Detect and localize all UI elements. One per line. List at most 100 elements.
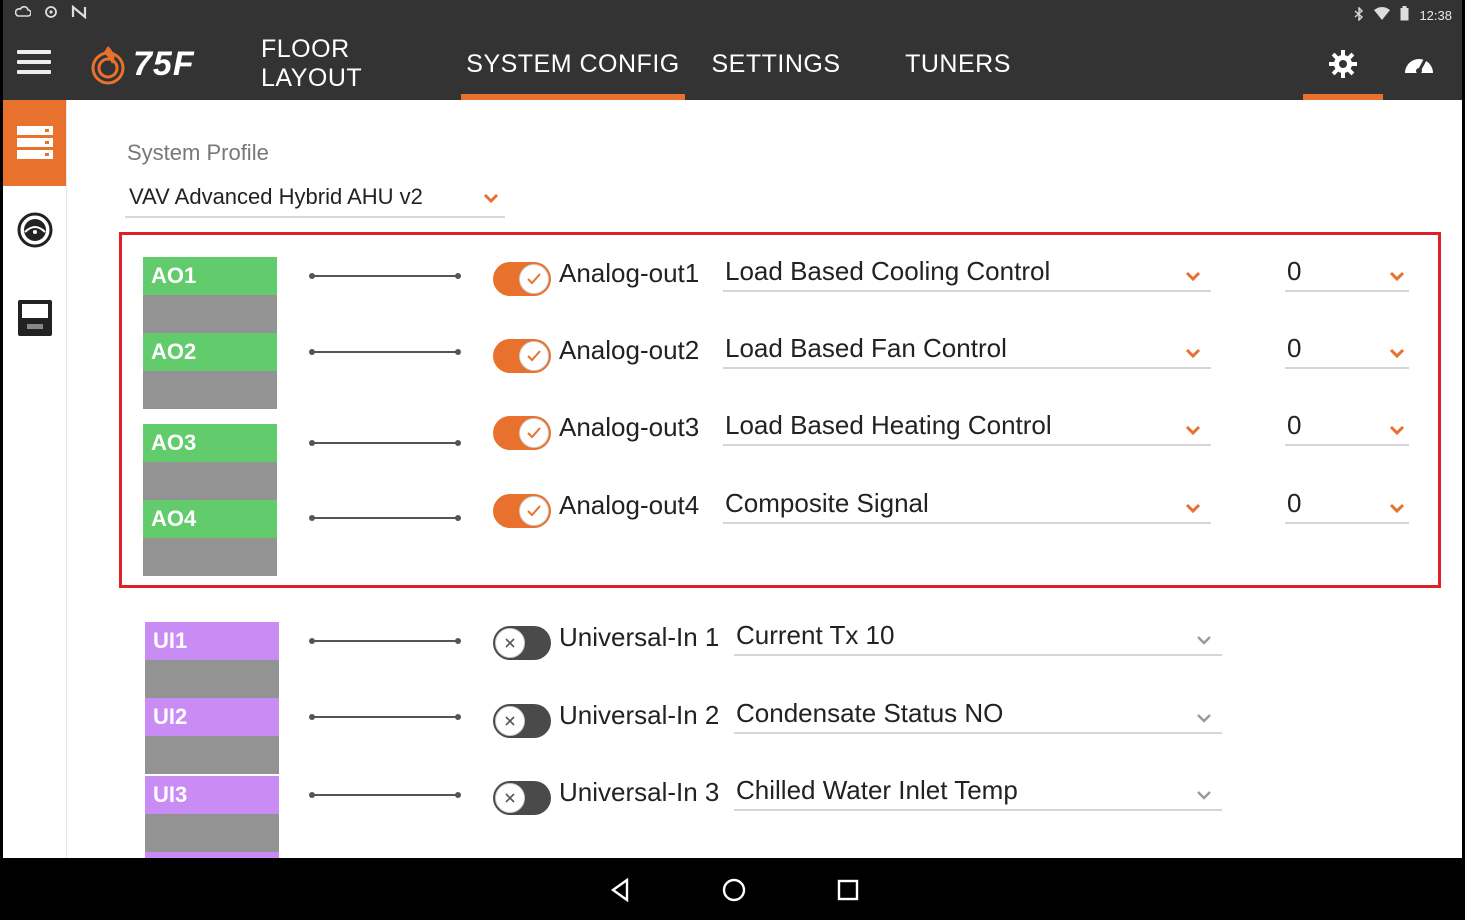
universal-in3-label: Universal-In 3	[559, 777, 720, 807]
universal-in2-mode-value: Condensate Status NO	[736, 698, 1004, 728]
android-navigation-bar	[0, 858, 1465, 920]
pin-blank	[143, 538, 277, 576]
analog-out3-value: 0	[1287, 410, 1302, 440]
status-bar: 12:38	[3, 0, 1462, 28]
tab-tuners[interactable]: TUNERS	[893, 28, 1023, 100]
tab-system-config[interactable]: SYSTEM CONFIG	[461, 28, 685, 100]
battery-icon	[1400, 6, 1409, 24]
gear-icon[interactable]	[1303, 28, 1383, 100]
universal-in1-toggle[interactable]	[493, 626, 551, 660]
75f-logo: 75F	[89, 40, 195, 88]
universal-in3-toggle[interactable]	[493, 781, 551, 815]
pin-blank	[145, 736, 279, 774]
close-icon	[495, 706, 525, 736]
system-profile-dropdown[interactable]: VAV Advanced Hybrid AHU v2	[125, 180, 505, 218]
pin-label-ui1: UI1	[145, 622, 279, 660]
universal-in3-mode-dropdown[interactable]: Chilled Water Inlet Temp	[734, 775, 1222, 811]
universal-in1-mode-dropdown[interactable]: Current Tx 10	[734, 620, 1222, 656]
pin-blank	[145, 814, 279, 852]
chevron-down-icon	[1389, 503, 1405, 514]
chevron-down-icon	[1389, 348, 1405, 359]
home-icon[interactable]	[716, 872, 752, 908]
sidebar-item-thermostat-module[interactable]	[3, 294, 66, 342]
close-icon	[495, 783, 525, 813]
system-profile-value: VAV Advanced Hybrid AHU v2	[129, 184, 423, 209]
tablet-screen: 12:38 75F FLOOR LAYOUT SYSTEM CONFIG SET…	[3, 0, 1462, 920]
chevron-down-icon	[483, 193, 499, 204]
nfc-icon	[71, 4, 87, 22]
analog-out2-value-dropdown[interactable]: 0	[1285, 333, 1409, 369]
connector-wire	[309, 515, 461, 521]
analog-out4-value-dropdown[interactable]: 0	[1285, 488, 1409, 524]
chevron-down-icon	[1185, 271, 1201, 282]
analog-out1-label: Analog-out1	[559, 258, 700, 288]
analog-out2-mode-value: Load Based Fan Control	[725, 333, 1007, 363]
analog-out3-toggle[interactable]	[493, 416, 551, 450]
pin-blank	[143, 371, 277, 409]
analog-out2-toggle[interactable]	[493, 339, 551, 373]
flame-logo-icon	[91, 46, 125, 85]
analog-out4-label: Analog-out4	[559, 490, 700, 520]
system-profile-label: System Profile	[127, 140, 269, 165]
sidebar-item-system-profile[interactable]	[3, 100, 66, 186]
connector-wire	[309, 440, 461, 446]
chevron-down-icon	[1197, 714, 1211, 723]
universal-in1-label: Universal-In 1	[559, 622, 720, 652]
check-icon	[519, 264, 549, 294]
chevron-down-icon	[1185, 348, 1201, 359]
universal-in1-mode-value: Current Tx 10	[736, 620, 895, 650]
pin-label-ao4: AO4	[143, 500, 277, 538]
pin-blank	[145, 660, 279, 698]
sync-icon	[43, 5, 59, 22]
connector-wire	[309, 714, 461, 720]
back-icon[interactable]	[602, 872, 638, 908]
analog-out3-label: Analog-out3	[559, 412, 700, 442]
left-sidebar	[3, 100, 67, 860]
recent-apps-icon[interactable]	[830, 872, 866, 908]
analog-out4-toggle[interactable]	[493, 494, 551, 528]
analog-out3-mode-dropdown[interactable]: Load Based Heating Control	[723, 410, 1211, 446]
analog-out4-mode-dropdown[interactable]: Composite Signal	[723, 488, 1211, 524]
analog-out1-toggle[interactable]	[493, 262, 551, 296]
tab-settings[interactable]: SETTINGS	[703, 28, 849, 100]
chevron-down-icon	[1389, 271, 1405, 282]
check-icon	[519, 418, 549, 448]
pin-blank	[143, 462, 277, 500]
pin-blank	[143, 295, 277, 333]
analog-out1-value-dropdown[interactable]: 0	[1285, 256, 1409, 292]
chevron-down-icon	[1185, 503, 1201, 514]
dashboard-gauge-icon[interactable]	[1399, 46, 1439, 82]
universal-in2-mode-dropdown[interactable]: Condensate Status NO	[734, 698, 1222, 734]
chevron-down-icon	[1197, 636, 1211, 645]
connector-wire	[309, 349, 461, 355]
system-profile-icon	[16, 126, 53, 159]
universal-in2-toggle[interactable]	[493, 704, 551, 738]
bluetooth-icon	[1354, 5, 1364, 24]
check-icon	[519, 341, 549, 371]
universal-in2-label: Universal-In 2	[559, 700, 720, 730]
universal-in3-mode-value: Chilled Water Inlet Temp	[736, 775, 1018, 805]
connector-wire	[309, 792, 461, 798]
thermostat-module-icon	[17, 300, 52, 336]
analog-out1-value: 0	[1287, 256, 1302, 286]
analog-out2-label: Analog-out2	[559, 335, 700, 365]
tab-floor-layout[interactable]: FLOOR LAYOUT	[261, 28, 453, 100]
connector-wire	[309, 638, 461, 644]
pin-label-ao2: AO2	[143, 333, 277, 371]
analog-out1-mode-dropdown[interactable]: Load Based Cooling Control	[723, 256, 1211, 292]
analog-out3-value-dropdown[interactable]: 0	[1285, 410, 1409, 446]
logo-text: 75F	[133, 44, 195, 83]
check-icon	[519, 496, 549, 526]
close-icon	[495, 628, 525, 658]
sidebar-item-fan-dial[interactable]	[3, 206, 66, 254]
cloud-icon	[14, 5, 32, 22]
analog-out4-mode-value: Composite Signal	[725, 488, 929, 518]
pin-label-ui2: UI2	[145, 698, 279, 736]
app-bar: 75F FLOOR LAYOUT SYSTEM CONFIG SETTINGS …	[3, 28, 1462, 100]
fan-dial-icon	[17, 212, 52, 248]
analog-out1-mode-value: Load Based Cooling Control	[725, 256, 1051, 286]
hamburger-menu-icon[interactable]	[17, 50, 51, 76]
chevron-down-icon	[1389, 425, 1405, 436]
analog-out2-mode-dropdown[interactable]: Load Based Fan Control	[723, 333, 1211, 369]
pin-label-ao1: AO1	[143, 257, 277, 295]
